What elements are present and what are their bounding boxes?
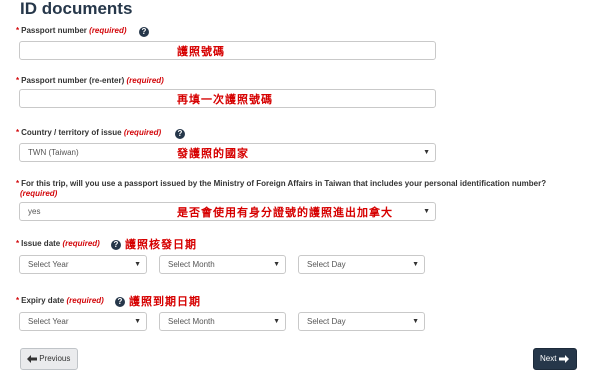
- chevron-down-icon: ▼: [273, 318, 280, 325]
- help-icon[interactable]: ?: [111, 240, 121, 250]
- mofa-annotation: 是否會使用有身分證號的護照進出加拿大: [177, 206, 393, 219]
- passport-number-input[interactable]: [19, 41, 436, 60]
- chevron-down-icon: ▼: [423, 149, 430, 156]
- chevron-down-icon: ▼: [273, 261, 280, 268]
- page-title: ID documents: [20, 0, 133, 18]
- help-icon[interactable]: ?: [115, 297, 125, 307]
- mofa-question-label: * For this trip, will you use a passport …: [16, 179, 547, 188]
- chevron-down-icon: ▼: [134, 261, 141, 268]
- required-star: *: [16, 128, 20, 137]
- required-star: *: [16, 239, 20, 248]
- expiry-date-annotation: 護照到期日期: [129, 295, 201, 308]
- required-star: *: [16, 26, 20, 35]
- passport-reenter-label: * Passport number (re-enter) (required): [16, 76, 164, 85]
- required-tag: (required): [126, 76, 164, 85]
- country-label: * Country / territory of issue (required): [16, 128, 162, 137]
- country-annotation: 發護照的國家: [177, 147, 249, 160]
- chevron-down-icon: ▼: [423, 208, 430, 215]
- expiry-month-select[interactable]: Select Month ▼: [159, 312, 286, 331]
- required-star: *: [16, 76, 20, 85]
- required-tag: (required): [20, 189, 58, 198]
- issue-year-select[interactable]: Select Year ▼: [19, 255, 147, 274]
- expiry-day-select[interactable]: Select Day ▼: [298, 312, 425, 331]
- mofa-required-line: (required): [20, 189, 57, 198]
- expiry-date-label: * Expiry date (required): [16, 296, 104, 305]
- issue-day-select[interactable]: Select Day ▼: [298, 255, 425, 274]
- chevron-down-icon: ▼: [412, 261, 419, 268]
- required-tag: (required): [62, 239, 100, 248]
- previous-button[interactable]: Previous: [20, 348, 78, 370]
- required-star: *: [16, 296, 20, 305]
- help-icon[interactable]: ?: [139, 27, 149, 37]
- passport-number-label: * Passport number (required): [16, 26, 127, 35]
- required-star: *: [16, 179, 20, 188]
- chevron-down-icon: ▼: [412, 318, 419, 325]
- expiry-year-select[interactable]: Select Year ▼: [19, 312, 147, 331]
- next-button[interactable]: Next: [533, 348, 577, 370]
- passport-reenter-annotation: 再填一次護照號碼: [177, 93, 273, 106]
- required-tag: (required): [89, 26, 127, 35]
- chevron-down-icon: ▼: [134, 318, 141, 325]
- passport-number-annotation: 護照號碼: [177, 45, 225, 58]
- issue-date-label: * Issue date (required): [16, 239, 100, 248]
- issue-month-select[interactable]: Select Month ▼: [159, 255, 286, 274]
- issue-date-annotation: 護照核發日期: [125, 238, 197, 251]
- required-tag: (required): [66, 296, 104, 305]
- help-icon[interactable]: ?: [175, 129, 185, 139]
- required-tag: (required): [123, 128, 162, 137]
